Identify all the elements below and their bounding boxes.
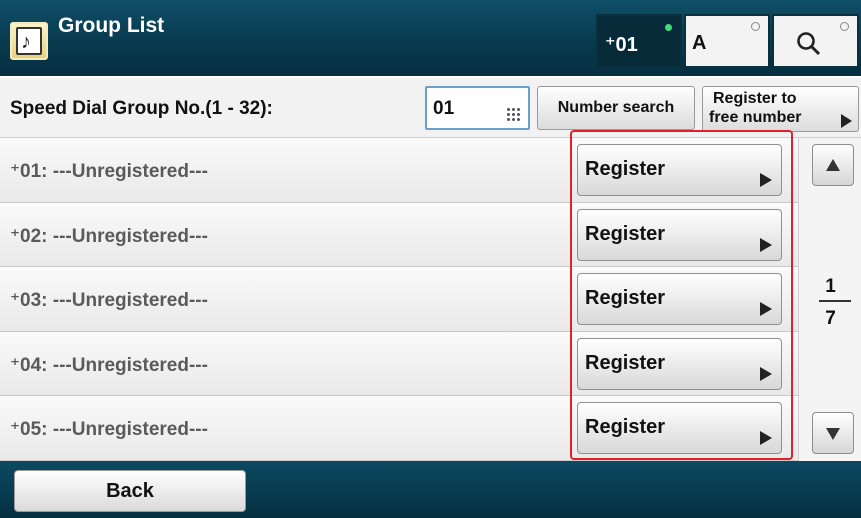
group-entry-label: ⁺02: ---Unregistered---: [10, 225, 208, 247]
list-item: ⁺01: ---Unregistered--- Register: [0, 138, 798, 203]
inactive-indicator-icon: [751, 22, 760, 31]
current-page: 1: [825, 276, 836, 297]
pager: 1 7: [798, 138, 861, 461]
list-item: ⁺02: ---Unregistered--- Register: [0, 202, 798, 268]
speed-dial-group-label: Speed Dial Group No.(1 - 32):: [10, 98, 273, 119]
group-list: ⁺01: ---Unregistered--- Register ⁺02: --…: [0, 138, 798, 461]
footer-bar: Back: [0, 461, 861, 518]
search-icon: [797, 32, 821, 56]
alphabet-mode-label: A: [692, 32, 707, 54]
speed-dial-mode-tab[interactable]: ⁺01: [596, 14, 682, 68]
arrow-right-icon: [760, 366, 772, 381]
speed-dial-mode-label: ⁺01: [605, 34, 638, 56]
speed-dial-search-row: Speed Dial Group No.(1 - 32): 01 Number …: [0, 78, 861, 138]
document-icon: ♪: [10, 22, 48, 60]
arrow-right-icon: [760, 173, 772, 187]
list-item: ⁺03: ---Unregistered--- Register: [0, 267, 798, 332]
register-free-line2: free number: [709, 109, 802, 126]
arrow-right-icon: [841, 114, 852, 128]
arrow-right-icon: [760, 431, 772, 446]
register-button[interactable]: Register: [577, 273, 782, 326]
page-divider: [819, 300, 851, 302]
number-search-button[interactable]: Number search: [537, 86, 695, 130]
page-title: Group List: [58, 14, 165, 37]
register-free-line1: Register to: [713, 90, 797, 107]
active-indicator-icon: [665, 24, 672, 31]
register-button-label: Register: [585, 222, 666, 245]
search-mode-tab[interactable]: [772, 14, 859, 68]
register-button[interactable]: Register: [577, 337, 782, 390]
group-entry-label: ⁺05: ---Unregistered---: [10, 419, 208, 441]
arrow-right-icon: [760, 302, 772, 317]
group-entry-label: ⁺04: ---Unregistered---: [10, 354, 208, 376]
page-up-button[interactable]: [812, 144, 854, 186]
register-button[interactable]: Register: [577, 208, 782, 261]
register-button-label: Register: [585, 287, 666, 310]
list-item: ⁺05: ---Unregistered--- Register: [0, 396, 798, 461]
register-button[interactable]: Register: [577, 144, 782, 196]
register-button[interactable]: Register: [577, 402, 782, 455]
back-button[interactable]: Back: [14, 470, 246, 512]
register-to-free-number-button[interactable]: Register to free number: [702, 86, 859, 132]
group-entry-label: ⁺03: ---Unregistered---: [10, 290, 208, 312]
inactive-indicator-icon: [840, 22, 849, 31]
keypad-icon: [506, 107, 520, 121]
register-button-label: Register: [585, 351, 666, 374]
alphabet-mode-tab[interactable]: A: [684, 14, 770, 68]
register-button-label: Register: [585, 158, 666, 180]
arrow-down-icon: [826, 428, 840, 440]
arrow-right-icon: [760, 237, 772, 252]
arrow-up-icon: [826, 159, 840, 171]
page-down-button[interactable]: [812, 412, 854, 454]
total-pages: 7: [825, 308, 836, 329]
group-entry-label: ⁺01: ---Unregistered---: [10, 161, 208, 182]
title-bar: ♪ Group List ⁺01 A: [0, 0, 861, 76]
group-number-value: 01: [433, 98, 455, 119]
register-button-label: Register: [585, 416, 666, 439]
group-number-input[interactable]: 01: [425, 86, 530, 130]
list-item: ⁺04: ---Unregistered--- Register: [0, 331, 798, 397]
